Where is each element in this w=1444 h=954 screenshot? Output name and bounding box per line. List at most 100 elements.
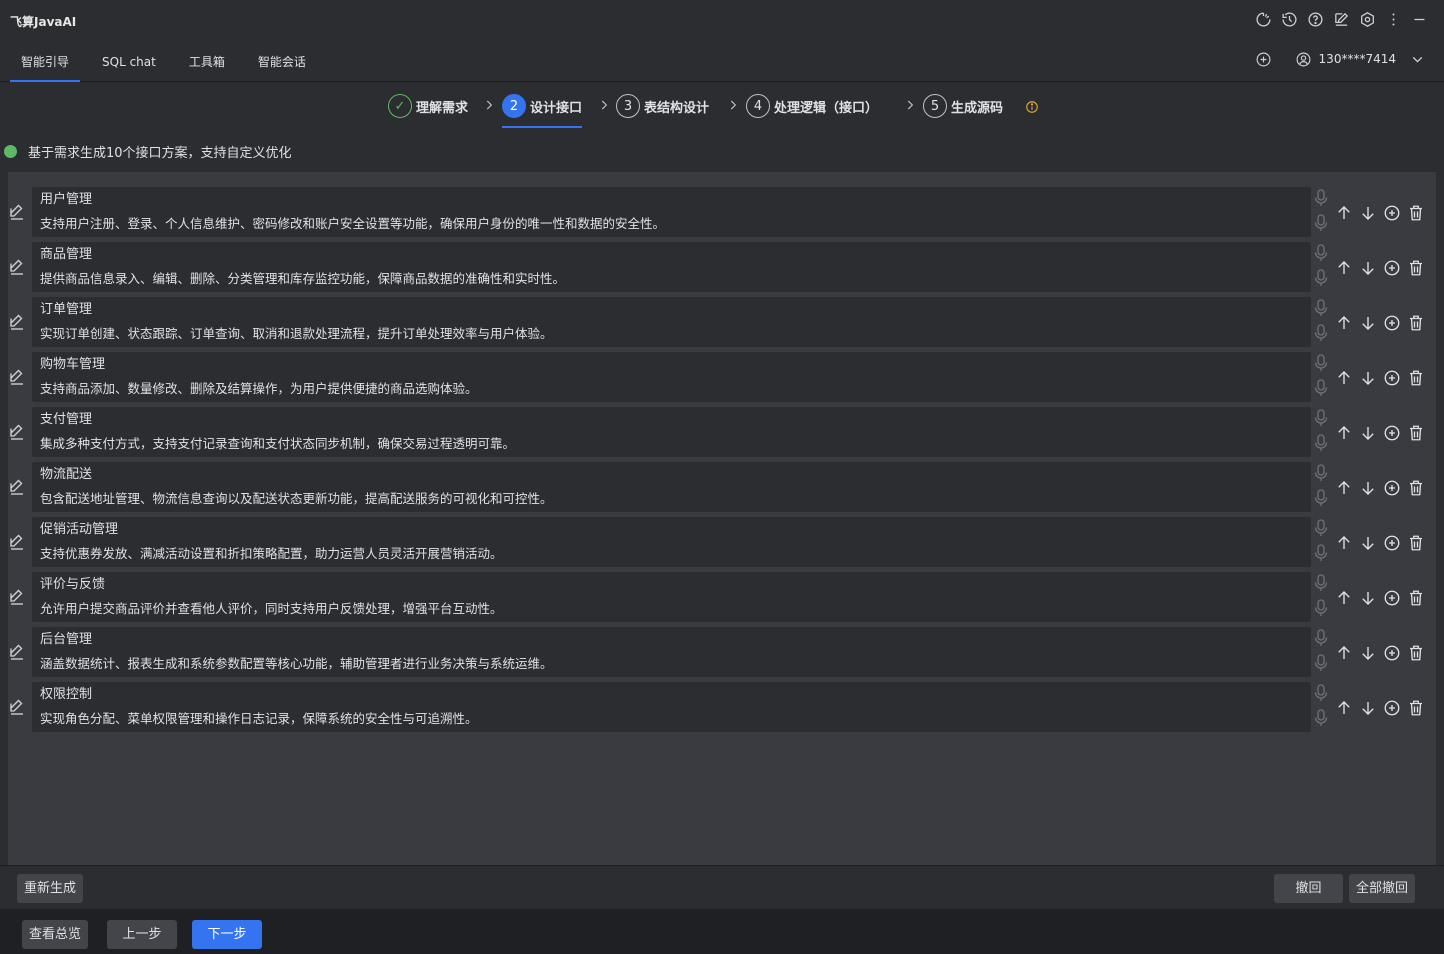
interface-card[interactable]: 物流配送 包含配送地址管理、物流信息查询以及配送状态更新功能，提高配送服务的可视化… (32, 462, 1311, 512)
step-generate-source[interactable]: 5 生成源码 (923, 92, 1003, 120)
interface-card[interactable]: 评价与反馈 允许用户提交商品评价并查看他人评价，同时支持用户反馈处理，增强平台互动… (32, 572, 1311, 622)
interface-card[interactable]: 后台管理 涵盖数据统计、报表生成和系统参数配置等核心功能，辅助管理者进行业务决策与… (32, 627, 1311, 677)
add-circle-icon[interactable] (1382, 643, 1401, 662)
add-circle-icon[interactable] (1382, 698, 1401, 717)
step-table-design[interactable]: 3 表结构设计 (616, 92, 709, 120)
move-up-icon[interactable] (1334, 313, 1353, 332)
microphone-icon[interactable] (1314, 709, 1328, 727)
microphone-icon[interactable] (1314, 214, 1328, 232)
info-icon[interactable] (1025, 100, 1039, 114)
minimize-icon[interactable] (1410, 10, 1428, 28)
microphone-icon[interactable] (1314, 354, 1328, 372)
interface-card[interactable]: 支付管理 集成多种支付方式，支持支付记录查询和支付状态同步机制，确保交易过程透明可… (32, 407, 1311, 457)
tab-smart-chat[interactable]: 智能会话 (247, 42, 317, 82)
move-up-icon[interactable] (1334, 643, 1353, 662)
delete-icon[interactable] (1406, 368, 1425, 387)
edit-icon[interactable] (8, 369, 26, 387)
tab-smart-guide[interactable]: 智能引导 (10, 42, 81, 82)
delete-icon[interactable] (1406, 203, 1425, 222)
interface-card[interactable]: 订单管理 实现订单创建、状态跟踪、订单查询、取消和退款处理流程，提升订单处理效率与… (32, 297, 1311, 347)
move-up-icon[interactable] (1334, 368, 1353, 387)
interface-card[interactable]: 促销活动管理 支持优惠券发放、满减活动设置和折扣策略配置，助力运营人员灵活开展营销… (32, 517, 1311, 567)
microphone-icon[interactable] (1314, 379, 1328, 397)
move-up-icon[interactable] (1334, 258, 1353, 277)
interface-card[interactable]: 用户管理 支持用户注册、登录、个人信息维护、密码修改和账户安全设置等功能，确保用户… (32, 187, 1311, 237)
add-circle-icon[interactable] (1382, 313, 1401, 332)
tab-sql-chat[interactable]: SQL chat (91, 42, 167, 82)
edit-icon[interactable] (8, 259, 26, 277)
edit-icon[interactable] (8, 314, 26, 332)
tab-toolbox[interactable]: 工具箱 (178, 42, 236, 82)
add-circle-icon[interactable] (1382, 533, 1401, 552)
add-circle-icon[interactable] (1382, 588, 1401, 607)
interface-card[interactable]: 权限控制 实现角色分配、菜单权限管理和操作日志记录，保障系统的安全性与可追溯性。 (32, 682, 1311, 732)
step-understand-requirements[interactable]: ✓ 理解需求 (388, 92, 468, 120)
microphone-icon[interactable] (1314, 489, 1328, 507)
move-up-icon[interactable] (1334, 588, 1353, 607)
move-up-icon[interactable] (1334, 698, 1353, 717)
edit-icon[interactable] (8, 589, 26, 607)
delete-icon[interactable] (1406, 698, 1425, 717)
step-design-interface[interactable]: 2 设计接口 (502, 92, 583, 128)
add-circle-icon[interactable] (1382, 368, 1401, 387)
next-step-button[interactable]: 下一步 (192, 920, 262, 949)
edit-icon[interactable] (8, 534, 26, 552)
move-down-icon[interactable] (1358, 533, 1377, 552)
delete-icon[interactable] (1406, 423, 1425, 442)
microphone-icon[interactable] (1314, 324, 1328, 342)
microphone-icon[interactable] (1314, 519, 1328, 537)
microphone-icon[interactable] (1314, 629, 1328, 647)
prev-step-button[interactable]: 上一步 (107, 920, 177, 949)
interface-card[interactable]: 商品管理 提供商品信息录入、编辑、删除、分类管理和库存监控功能，保障商品数据的准确… (32, 242, 1311, 292)
microphone-icon[interactable] (1314, 464, 1328, 482)
undo-all-button[interactable]: 全部撤回 (1349, 874, 1416, 903)
help-icon[interactable] (1306, 10, 1324, 28)
move-down-icon[interactable] (1358, 203, 1377, 222)
user-menu[interactable]: 130****7414 (1295, 50, 1426, 68)
interface-card[interactable]: 购物车管理 支持商品添加、数量修改、删除及结算操作，为用户提供便捷的商品选购体验。 (32, 352, 1311, 402)
move-down-icon[interactable] (1358, 423, 1377, 442)
edit-icon[interactable] (8, 424, 26, 442)
move-up-icon[interactable] (1334, 533, 1353, 552)
edit-icon[interactable] (8, 644, 26, 662)
edit-icon[interactable] (8, 479, 26, 497)
move-down-icon[interactable] (1358, 478, 1377, 497)
edit-icon[interactable] (8, 699, 26, 717)
undo-button[interactable]: 撤回 (1274, 874, 1343, 903)
microphone-icon[interactable] (1314, 544, 1328, 562)
edit-note-icon[interactable] (1332, 10, 1350, 28)
regenerate-button[interactable]: 重新生成 (17, 874, 84, 903)
microphone-icon[interactable] (1314, 574, 1328, 592)
microphone-icon[interactable] (1314, 654, 1328, 672)
add-circle-icon[interactable] (1255, 50, 1273, 68)
delete-icon[interactable] (1406, 643, 1425, 662)
delete-icon[interactable] (1406, 478, 1425, 497)
microphone-icon[interactable] (1314, 269, 1328, 287)
delete-icon[interactable] (1406, 313, 1425, 332)
delete-icon[interactable] (1406, 258, 1425, 277)
microphone-icon[interactable] (1314, 299, 1328, 317)
microphone-icon[interactable] (1314, 434, 1328, 452)
history-icon[interactable] (1280, 10, 1298, 28)
microphone-icon[interactable] (1314, 684, 1328, 702)
microphone-icon[interactable] (1314, 244, 1328, 262)
add-circle-icon[interactable] (1382, 423, 1401, 442)
move-up-icon[interactable] (1334, 478, 1353, 497)
add-circle-icon[interactable] (1382, 478, 1401, 497)
add-circle-icon[interactable] (1382, 203, 1401, 222)
move-up-icon[interactable] (1334, 423, 1353, 442)
move-down-icon[interactable] (1358, 588, 1377, 607)
move-up-icon[interactable] (1334, 203, 1353, 222)
add-circle-icon[interactable] (1382, 258, 1401, 277)
refresh-spin-icon[interactable] (1254, 10, 1272, 28)
move-down-icon[interactable] (1358, 313, 1377, 332)
settings-icon[interactable] (1358, 10, 1376, 28)
more-icon[interactable] (1384, 10, 1402, 28)
move-down-icon[interactable] (1358, 643, 1377, 662)
microphone-icon[interactable] (1314, 189, 1328, 207)
move-down-icon[interactable] (1358, 368, 1377, 387)
microphone-icon[interactable] (1314, 599, 1328, 617)
move-down-icon[interactable] (1358, 258, 1377, 277)
microphone-icon[interactable] (1314, 409, 1328, 427)
move-down-icon[interactable] (1358, 698, 1377, 717)
